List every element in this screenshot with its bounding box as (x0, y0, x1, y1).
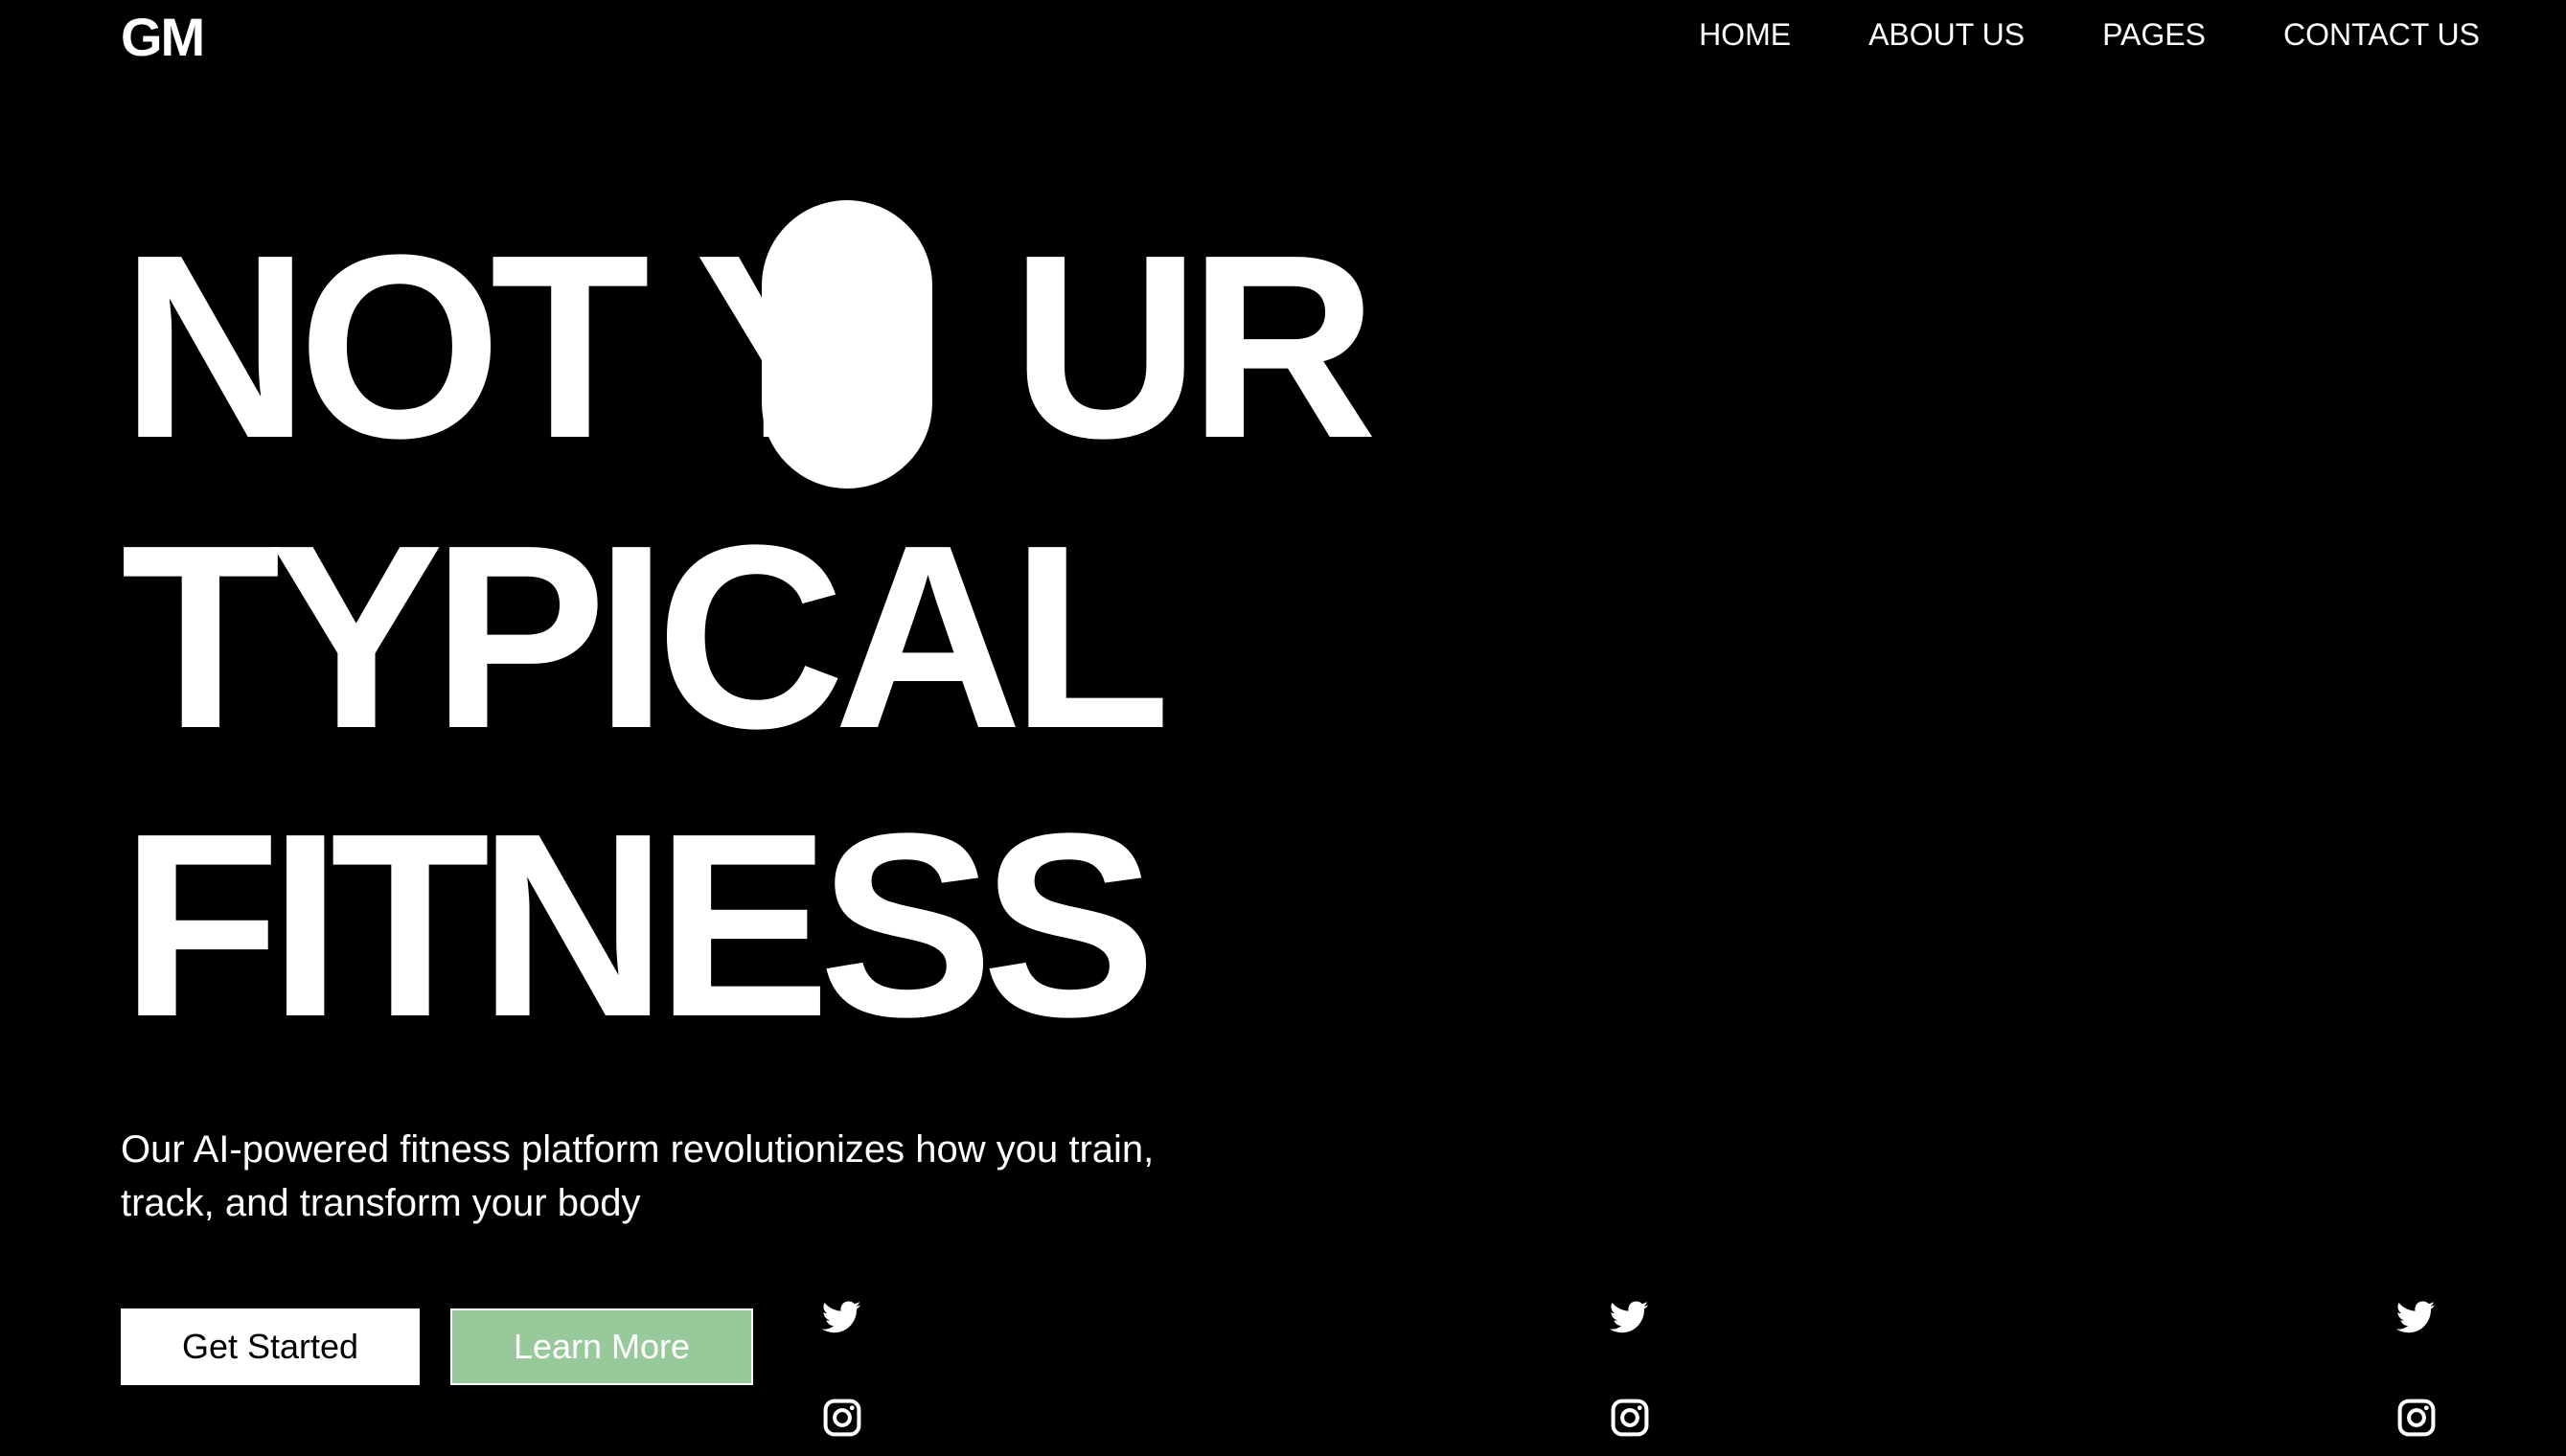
twitter-icon[interactable] (820, 1297, 862, 1339)
logo[interactable]: GM (121, 4, 205, 71)
instagram-icon[interactable] (2395, 1397, 2438, 1439)
nav-about-us[interactable]: ABOUT US (1868, 15, 2025, 54)
instagram-icon[interactable] (1609, 1397, 1651, 1439)
hero-title-line-3: FITNESS (121, 779, 1157, 1071)
hero-title-part-1: NOT Y (121, 200, 869, 492)
get-started-button[interactable]: Get Started (121, 1308, 420, 1385)
learn-more-button[interactable]: Learn More (450, 1308, 753, 1385)
pill-o-shape (762, 200, 932, 489)
nav-contact-us[interactable]: CONTACT US (2283, 15, 2480, 54)
nav-pages[interactable]: PAGES (2102, 15, 2206, 54)
main-nav: HOME ABOUT US PAGES CONTACT US (1699, 15, 2480, 54)
hero-subtitle: Our AI-powered fitness platform revoluti… (121, 1128, 1155, 1224)
hero-title-line-1: NOT Y UR (121, 216, 1378, 477)
twitter-icon[interactable] (2394, 1297, 2437, 1339)
nav-home[interactable]: HOME (1699, 15, 1791, 54)
landing-page: GM HOME ABOUT US PAGES CONTACT US NOT YU… (0, 0, 2566, 1456)
hero-title-part-2: UR (1011, 200, 1377, 492)
instagram-icon[interactable] (821, 1397, 863, 1439)
twitter-icon[interactable] (1608, 1297, 1650, 1339)
hero-title-line-2: TYPICAL (121, 490, 1171, 783)
